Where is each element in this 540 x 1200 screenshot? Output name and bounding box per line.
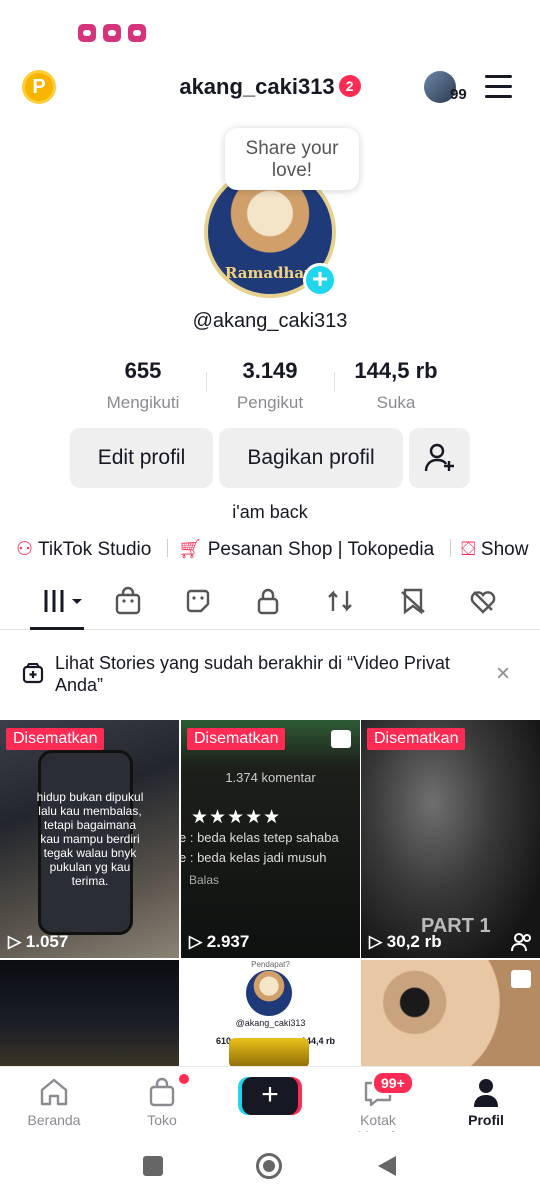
notification-icon — [78, 24, 96, 42]
create-button[interactable]: + — [242, 1077, 298, 1115]
status-bar — [0, 0, 540, 60]
mini-avatar — [246, 970, 292, 1016]
sticker-icon — [186, 589, 210, 613]
pinned-badge: Disematkan — [187, 728, 286, 750]
shop-icon — [115, 586, 141, 615]
stat-value: 655 — [124, 358, 162, 383]
showcase-link[interactable]: ⛋ Show — [461, 539, 528, 561]
system-navigation — [0, 1132, 540, 1200]
profile-bio: i'am back — [232, 502, 308, 522]
stat-value: 144,5 rb — [354, 358, 438, 383]
view-count: 2.937 — [189, 932, 250, 952]
add-user-icon — [424, 443, 454, 472]
following-stat[interactable]: 655 Mengikuti — [78, 358, 208, 413]
account-badge: 2 — [338, 75, 361, 97]
username-text: akang_caki313 — [179, 74, 335, 99]
lock-icon — [257, 588, 279, 615]
pinned-badge: Disematkan — [6, 728, 105, 750]
nav-label: Profil — [468, 1112, 504, 1128]
collab-icon — [511, 933, 531, 952]
view-count: 30,2 rb — [369, 932, 442, 952]
edit-profile-button[interactable]: Edit profil — [70, 428, 213, 488]
stories-banner[interactable]: Lihat Stories yang sudah berakhir di “Vi… — [0, 640, 540, 716]
tab-favorites[interactable] — [393, 586, 433, 618]
mini-question: Pendapat? — [251, 960, 290, 969]
profile-links-row: ⚇ TikTok Studio 🛒︎ Pesanan Shop | Tokoped… — [16, 537, 540, 561]
shop-bag-icon — [149, 1077, 175, 1107]
studio-icon: ⚇ — [16, 539, 34, 560]
home-icon — [40, 1078, 68, 1106]
share-profile-button[interactable]: Bagikan profil — [219, 428, 403, 488]
video-tile[interactable]: PART 1 Disematkan 30,2 rb — [361, 720, 540, 958]
add-story-button[interactable]: + — [303, 263, 337, 297]
video-tile[interactable]: Pendapat? @akang_caki313 610 144,4 rb — [181, 960, 360, 1066]
stars-text: ★★★★★ — [191, 807, 282, 828]
nav-label: Toko — [147, 1112, 177, 1128]
tab-private[interactable] — [248, 586, 288, 618]
shop-dot-badge — [179, 1074, 189, 1084]
stat-label: Mengikuti — [106, 393, 180, 412]
hamburger-menu-icon[interactable] — [485, 75, 513, 99]
top-bar: P akang_caki313 2 99 — [0, 60, 540, 116]
account-count: 99 — [450, 86, 467, 103]
tab-liked[interactable] — [463, 586, 503, 618]
profile-tabs — [0, 578, 540, 630]
tab-shop[interactable] — [108, 586, 148, 618]
comment-line: e : beda kelas tetep sahaba e : beda kela… — [181, 830, 339, 865]
tab-videos[interactable] — [38, 586, 88, 618]
tab-stickers[interactable] — [178, 586, 218, 618]
nav-shop[interactable]: Toko — [122, 1075, 202, 1128]
followers-stat[interactable]: 3.149 Pengikut — [205, 358, 335, 413]
video-caption: hidup bukan dipukul lalu kau membalas, t… — [36, 790, 144, 888]
profile-handle: @akang_caki313 — [192, 310, 348, 332]
video-tile[interactable] — [361, 960, 540, 1066]
stat-label: Suka — [376, 393, 416, 412]
stat-label: Pengikut — [236, 393, 304, 412]
share-love-bubble[interactable]: Share your love! — [225, 128, 359, 190]
tab-reposts[interactable] — [320, 586, 360, 618]
close-icon[interactable]: × — [496, 660, 510, 688]
link-label: Pesanan Shop | Tokopedia — [207, 539, 435, 560]
notification-icon — [103, 24, 121, 42]
profile-icon — [474, 1079, 498, 1107]
bag-icon: ⛋ — [461, 539, 476, 560]
link-label: Show — [480, 539, 529, 560]
back-icon[interactable] — [376, 1154, 398, 1178]
pinned-badge: Disematkan — [367, 728, 466, 750]
likes-stat[interactable]: 144,5 rb Suka — [331, 358, 461, 413]
tiktok-studio-link[interactable]: ⚇ TikTok Studio — [16, 538, 151, 561]
view-count: 1.057 — [8, 932, 69, 952]
comment-count-text: 1.374 komentar — [225, 770, 316, 785]
home-system-icon[interactable] — [256, 1153, 282, 1179]
video-tile[interactable]: 1.374 komentar ★★★★★ e : beda kelas tete… — [181, 720, 360, 958]
recents-icon[interactable] — [143, 1156, 163, 1176]
inbox-badge: 99+ — [372, 1071, 414, 1095]
add-friend-button[interactable] — [409, 428, 470, 488]
active-tab-indicator — [30, 627, 84, 630]
link-label: TikTok Studio — [37, 539, 152, 560]
stat-value: 3.149 — [242, 358, 298, 383]
photo-mode-icon — [331, 730, 351, 748]
add-story-icon — [22, 663, 44, 684]
nav-home[interactable]: Beranda — [14, 1075, 94, 1128]
videos-grid-icon — [44, 590, 82, 612]
repost-icon — [328, 590, 352, 612]
video-tile[interactable] — [0, 960, 179, 1066]
shop-orders-link[interactable]: 🛒︎ Pesanan Shop | Tokopedia — [178, 537, 434, 561]
bottom-navigation: Beranda Toko + Kotak Masuk 99+ Profil — [0, 1066, 540, 1144]
hidden-likes-icon — [401, 588, 425, 615]
mini-handle: @akang_caki313 — [235, 1018, 306, 1028]
banner-text: Lihat Stories yang sudah berakhir di “Vi… — [55, 653, 450, 695]
liked-icon — [470, 591, 496, 614]
video-tile[interactable]: hidup bukan dipukul lalu kau membalas, t… — [0, 720, 179, 958]
nav-label: Beranda — [27, 1112, 81, 1128]
cart-icon: 🛒︎ — [178, 539, 203, 560]
mini-image — [229, 1038, 309, 1066]
reply-label: Balas — [189, 873, 220, 887]
notification-icon — [128, 24, 146, 42]
nav-profile[interactable]: Profil — [446, 1075, 526, 1128]
photo-mode-icon — [511, 970, 531, 988]
